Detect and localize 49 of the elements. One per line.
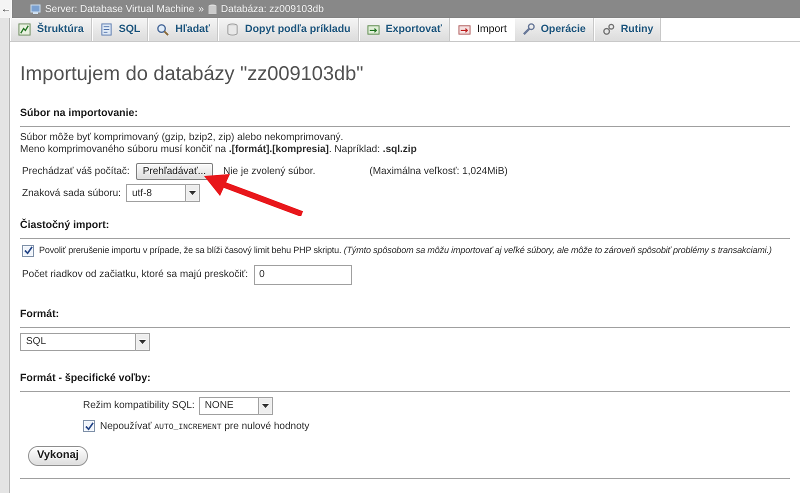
checkmark-icon xyxy=(84,422,94,430)
section-heading: Formát - špecifické voľby: xyxy=(20,372,151,384)
breadcrumb-link[interactable]: Databáza: zz009103db xyxy=(220,2,324,16)
compatibility-select[interactable]: NONE xyxy=(198,396,273,414)
import-icon xyxy=(458,23,471,36)
database-icon xyxy=(208,4,217,14)
checkbox-label: Povoliť prerušenie importu v prípade, že sa blíži časový limit behu PHP skriptu. (Týmto spôsobom sa môžu importovať aj veľké súbory, ale môže to zároveň spôsobiť problémy s transakciami.) xyxy=(39,244,772,257)
field-label: Počet riadkov od začiatku, ktoré sa majú preskočiť: xyxy=(22,268,248,282)
field-label: Režim kompatibility SQL: xyxy=(83,399,195,413)
checkbox[interactable] xyxy=(83,420,95,432)
breadcrumb-link[interactable]: Server: Database Virtual Machine xyxy=(45,2,194,16)
caret-down-icon xyxy=(188,191,196,195)
back-button[interactable]: ← xyxy=(0,0,12,18)
search-icon xyxy=(156,23,170,36)
gears-icon xyxy=(602,23,615,36)
caret-down-icon xyxy=(139,340,146,344)
section-heading: Súbor na importovanie: xyxy=(20,107,138,119)
server-icon xyxy=(30,4,41,14)
field-label: Prechádzať váš počítač: xyxy=(22,165,130,179)
checkbox[interactable] xyxy=(22,244,34,257)
submit-button[interactable]: Vykonaj xyxy=(28,446,88,466)
breadcrumb-separator: » xyxy=(198,2,204,16)
wrench-icon xyxy=(522,23,535,36)
chart-icon xyxy=(18,23,31,36)
number-input[interactable]: 0 xyxy=(254,264,352,284)
section-heading: Formát: xyxy=(20,308,60,320)
checkmark-icon xyxy=(24,246,32,256)
tab[interactable]: SQL xyxy=(92,18,148,41)
format-select[interactable]: SQL xyxy=(20,332,150,350)
export-icon xyxy=(366,23,380,36)
field-label: Znaková sada súboru: xyxy=(22,186,121,200)
section-heading: Čiastočný import: xyxy=(20,219,110,231)
file-status: Nie je zvolený súbor. xyxy=(223,165,316,179)
database-icon xyxy=(226,23,240,36)
tab[interactable]: Operácie xyxy=(514,18,594,41)
page-title: Importujem do databázy "zz009103db" xyxy=(20,62,364,86)
tab[interactable]: Hľadať xyxy=(149,18,218,41)
tab[interactable]: Exportovať xyxy=(360,18,450,41)
tab[interactable]: Dopyt podľa príkladu xyxy=(219,18,359,41)
max-size-text: (Maximálna veľkosť: 1,024MiB) xyxy=(369,165,508,179)
tab[interactable]: Rutiny xyxy=(594,18,662,41)
checkbox-label: Nepoužívať AUTO_INCREMENT pre nulové hodnoty xyxy=(100,420,310,434)
tab[interactable]: Štruktúra xyxy=(11,18,92,41)
document-icon xyxy=(100,23,113,36)
help-text: Meno komprimovaného súboru musí končiť na .[formát].[kompresia]. Napríklad: .sql.zip xyxy=(20,144,418,156)
browse-button[interactable]: Prehľadávať... xyxy=(136,163,214,180)
charset-select[interactable]: utf-8 xyxy=(126,184,200,202)
caret-down-icon xyxy=(262,404,269,408)
help-text: Súbor môže byť komprimovaný (gzip, bzip2, zip) alebo nekomprimovaný. xyxy=(20,132,344,144)
